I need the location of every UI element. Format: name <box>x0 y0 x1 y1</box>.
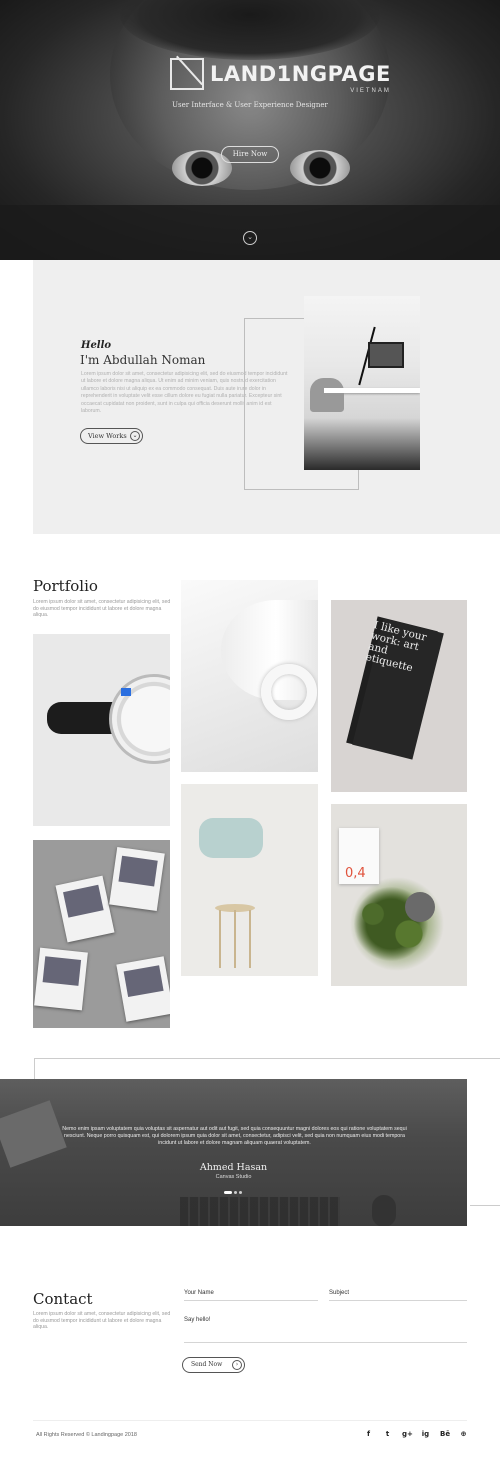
scroll-down-button[interactable]: ⌄ <box>243 231 257 245</box>
testimonial-company: Canvas Studio <box>215 1174 252 1180</box>
desk-object <box>0 1100 67 1168</box>
carousel-dots <box>224 1191 242 1194</box>
portfolio-title: Portfolio <box>33 577 98 595</box>
watch-face <box>109 674 170 764</box>
testimonial-quote: Nemo enim ipsam voluptatem quia voluptas… <box>62 1126 407 1147</box>
hero-portrait-eye-right <box>290 150 350 186</box>
behance-icon[interactable]: Bē <box>440 1430 450 1438</box>
social-links: f t g+ ig Bē ⊕ <box>364 1430 468 1438</box>
stool-leg <box>234 910 236 968</box>
herb-leaves <box>337 874 457 974</box>
portfolio-item-cards[interactable]: I like your work: art and etiquette <box>331 600 467 792</box>
hire-now-button[interactable]: Hire Now <box>221 146 279 163</box>
portfolio-item-cup[interactable] <box>181 580 318 772</box>
magazine-page <box>34 947 88 1011</box>
instagram-icon[interactable]: ig <box>421 1430 430 1438</box>
chevron-down-icon: ⌄ <box>247 234 253 241</box>
view-works-label: View Works <box>88 432 127 440</box>
arrow-right-icon: › <box>232 1360 242 1370</box>
subject-field[interactable]: Subject <box>329 1290 467 1301</box>
herb-bowl <box>405 892 435 922</box>
carousel-dot-active[interactable] <box>224 1191 232 1194</box>
logo-text: LAND1NGPAGE <box>210 61 391 86</box>
site-logo[interactable]: LAND1NGPAGE VIETNAM <box>170 58 391 94</box>
facebook-icon[interactable]: f <box>364 1430 373 1438</box>
carousel-dot[interactable] <box>239 1191 242 1194</box>
view-works-button[interactable]: View Works ⌄ <box>80 428 143 444</box>
contact-description: Lorem ipsum dolor sit amet, consectetur … <box>33 1311 171 1330</box>
about-section: Hello I'm Abdullah Noman Lorem ipsum dol… <box>33 260 500 534</box>
portfolio-item-watch[interactable] <box>33 634 170 826</box>
stool-leg <box>219 910 221 968</box>
portfolio-item-stool[interactable] <box>181 784 318 976</box>
portfolio-item-herbs[interactable]: 0,4 <box>331 804 467 986</box>
about-name: I'm Abdullah Noman <box>80 353 206 367</box>
carousel-dot[interactable] <box>234 1191 237 1194</box>
message-field[interactable]: Say hello! <box>184 1317 467 1343</box>
portfolio-item-magazines[interactable] <box>33 840 170 1028</box>
send-now-button[interactable]: Send Now › <box>182 1357 245 1373</box>
about-greeting: Hello <box>81 340 112 351</box>
portfolio-description: Lorem ipsum dolor sit amet, consectetur … <box>33 599 171 618</box>
photo-monitor <box>368 342 404 368</box>
send-now-label: Send Now <box>191 1361 223 1368</box>
footer-copyright: All Rights Reserved © Landingpage 2018 <box>36 1432 137 1438</box>
testimonial-section: Nemo enim ipsam voluptatem quia voluptas… <box>0 1079 467 1226</box>
hero-tagline: User Interface & User Experience Designe… <box>172 101 328 109</box>
dribbble-icon[interactable]: ⊕ <box>459 1430 468 1438</box>
book-number: 0,4 <box>345 866 366 881</box>
testimonial-author: Ahmed Hasan <box>199 1162 268 1173</box>
photo-chair <box>310 378 344 412</box>
twitter-icon[interactable]: t <box>383 1430 392 1438</box>
logo-subtext: VIETNAM <box>350 87 391 94</box>
magazine-page <box>55 875 115 943</box>
chevron-down-icon: ⌄ <box>130 431 140 441</box>
magazine-page <box>109 846 165 912</box>
desk-keyboard <box>180 1197 340 1226</box>
desk-mouse <box>372 1195 396 1226</box>
contact-title: Contact <box>33 1290 93 1308</box>
stool-leg <box>249 910 251 968</box>
wall-panel <box>199 818 263 858</box>
name-field[interactable]: Your Name <box>184 1290 318 1301</box>
cup-handle <box>261 664 317 720</box>
google-plus-icon[interactable]: g+ <box>402 1430 413 1438</box>
about-workspace-photo <box>304 296 420 470</box>
logo-mark-icon <box>170 58 204 90</box>
photo-desk <box>324 388 420 393</box>
magazine-page <box>116 956 170 1022</box>
hero-section: LAND1NGPAGE VIETNAM User Interface & Use… <box>0 0 500 260</box>
footer-divider <box>33 1420 467 1421</box>
watch-crown <box>121 688 131 696</box>
